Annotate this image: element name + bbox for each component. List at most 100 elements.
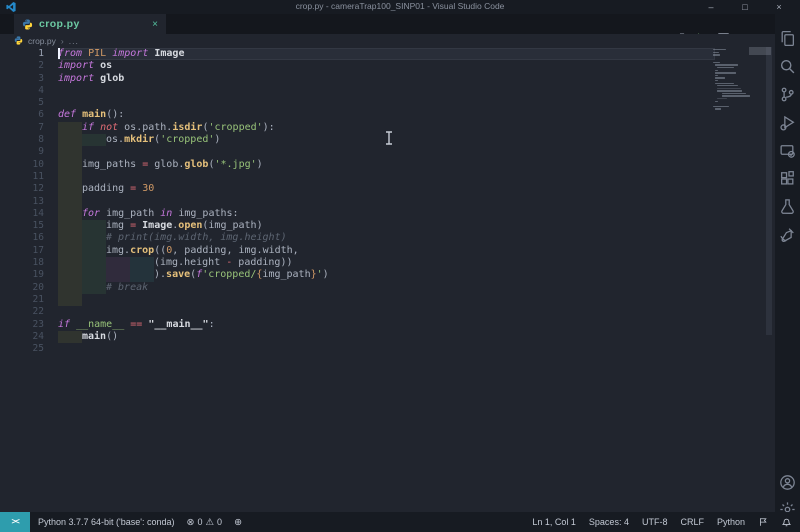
indent-guide (58, 244, 82, 258)
code-token: import (58, 60, 95, 72)
extensions-icon[interactable] (779, 170, 796, 187)
editor-scrollbar[interactable] (766, 47, 772, 335)
problems-status[interactable]: ⊗ 0 ⚠ 0 (187, 517, 223, 528)
indent-guide (82, 244, 106, 258)
tab-close-icon[interactable]: × (152, 19, 158, 30)
breadcrumb[interactable]: crop.py › ... (0, 34, 775, 47)
line-content: (img.height - padding)) (58, 257, 715, 270)
code-token: img_paths: (172, 207, 239, 219)
code-token: isdir (172, 121, 203, 133)
remote-explorer-icon[interactable] (779, 142, 796, 159)
code-token: from (58, 48, 83, 59)
code-token: def (58, 109, 77, 121)
code-token: os. (106, 134, 125, 146)
minimap[interactable] (713, 49, 765, 113)
tab-label: crop.py (39, 18, 80, 30)
run-debug-icon[interactable] (779, 114, 796, 131)
code-line[interactable]: 9 (0, 146, 715, 159)
feedback-icon[interactable] (758, 516, 768, 528)
indentation-status[interactable]: Spaces: 4 (589, 517, 629, 527)
minimap-line (715, 100, 718, 102)
code-line[interactable]: 16 # print(img.width, img.height) (0, 232, 715, 245)
line-number: 22 (32, 306, 44, 318)
code-line[interactable]: 19).save(f'cropped/{img_path}') (0, 269, 715, 282)
code-line[interactable]: 12 padding = 30 (0, 183, 715, 196)
code-token: img (106, 220, 131, 232)
code-token: '*.jpg' (214, 158, 257, 170)
minimap-line (717, 97, 727, 100)
code-line[interactable]: 25 (0, 343, 715, 355)
code-line[interactable]: 3 import glob (0, 73, 715, 85)
language-mode-status[interactable]: Python (717, 517, 745, 527)
encoding-status[interactable]: UTF-8 (642, 517, 668, 527)
line-number: 21 (32, 293, 44, 305)
code-line[interactable]: 22 (0, 306, 715, 318)
code-line[interactable]: 4 (0, 85, 715, 97)
code-line[interactable]: 24 main() (0, 330, 715, 344)
breadcrumb-symbol[interactable]: ... (69, 36, 79, 46)
minimap-line (721, 95, 750, 97)
code-line[interactable]: 15 img = Image.open(img_path) (0, 220, 715, 233)
python-interpreter-status[interactable]: Python 3.7.7 64-bit ('base': conda) (38, 517, 175, 527)
indent-guide (58, 269, 82, 282)
code-token: , padding, img.width, (172, 244, 299, 256)
line-content: img_paths = glob.glob('*.jpg') (58, 158, 715, 171)
cursor-position-status[interactable]: Ln 1, Col 1 (532, 517, 576, 527)
line-number: 16 (32, 232, 44, 244)
code-line[interactable]: 10 img_paths = glob.glob('*.jpg') (0, 158, 715, 171)
status-globe-icon[interactable]: ⊕ (234, 517, 242, 528)
code-line[interactable]: 18 (img.height - padding)) (0, 257, 715, 270)
minimap-line (715, 72, 737, 74)
code-token: main (82, 109, 107, 121)
breadcrumb-file[interactable]: crop.py (28, 36, 56, 46)
code-line[interactable]: 14 for img_path in img_paths: (0, 207, 715, 221)
code-token: () (106, 330, 119, 342)
notifications-bell-icon[interactable] (781, 516, 792, 528)
line-number: 3 (38, 72, 44, 84)
minimize-button[interactable]: – (694, 0, 728, 14)
explorer-icon[interactable] (779, 30, 796, 47)
indent-guide (58, 121, 82, 135)
code-editor[interactable]: 1 from PIL import Image 2 import os 3 import … (0, 47, 775, 512)
line-content: import os (58, 60, 715, 72)
minimap-line (717, 90, 743, 92)
indent-guide (58, 183, 82, 196)
line-content: def main(): (58, 109, 715, 121)
line-number: 18 (32, 257, 44, 269)
line-number: 20 (32, 281, 44, 293)
code-line[interactable]: 13 (0, 195, 715, 208)
code-token: "__main__" (148, 318, 209, 330)
code-line[interactable]: 5 (0, 97, 715, 109)
eol-status[interactable]: CRLF (680, 517, 704, 527)
code-token: main (82, 330, 107, 342)
code-line[interactable]: 8 os.mkdir('cropped') (0, 134, 715, 147)
code-line[interactable]: 21 (0, 293, 715, 307)
line-content (58, 170, 715, 184)
indent-guide (58, 220, 82, 233)
testing-icon[interactable] (779, 198, 796, 215)
code-line[interactable]: 17 img.crop((0, padding, img.width, (0, 244, 715, 258)
tab-crop-py[interactable]: crop.py × (14, 14, 166, 34)
close-window-button[interactable]: × (762, 0, 796, 14)
code-line[interactable]: 6 def main(): (0, 109, 715, 121)
code-line[interactable]: 23 if __name__ == "__main__": (0, 319, 715, 331)
code-line[interactable]: 11 (0, 170, 715, 184)
code-line[interactable]: 7 if not os.path.isdir('cropped'): (0, 121, 715, 135)
minimap-line (715, 74, 718, 77)
line-content: main() (58, 330, 715, 344)
code-line[interactable]: 20 # break (0, 281, 715, 294)
code-line[interactable]: 2 import os (0, 60, 715, 72)
code-token: ): (262, 121, 275, 133)
maximize-button[interactable]: □ (728, 0, 762, 14)
code-token: if (58, 318, 71, 330)
account-icon[interactable] (779, 474, 796, 491)
experiments-icon[interactable] (779, 226, 796, 243)
search-icon[interactable] (779, 58, 796, 75)
code-line[interactable]: 1 from PIL import Image (0, 48, 715, 61)
remote-indicator[interactable]: >< (0, 512, 30, 532)
line-number: 24 (32, 330, 44, 342)
source-control-icon[interactable] (779, 86, 796, 103)
indent-guide (106, 257, 130, 270)
line-content: import glob (58, 73, 715, 85)
code-token: for (82, 207, 101, 219)
